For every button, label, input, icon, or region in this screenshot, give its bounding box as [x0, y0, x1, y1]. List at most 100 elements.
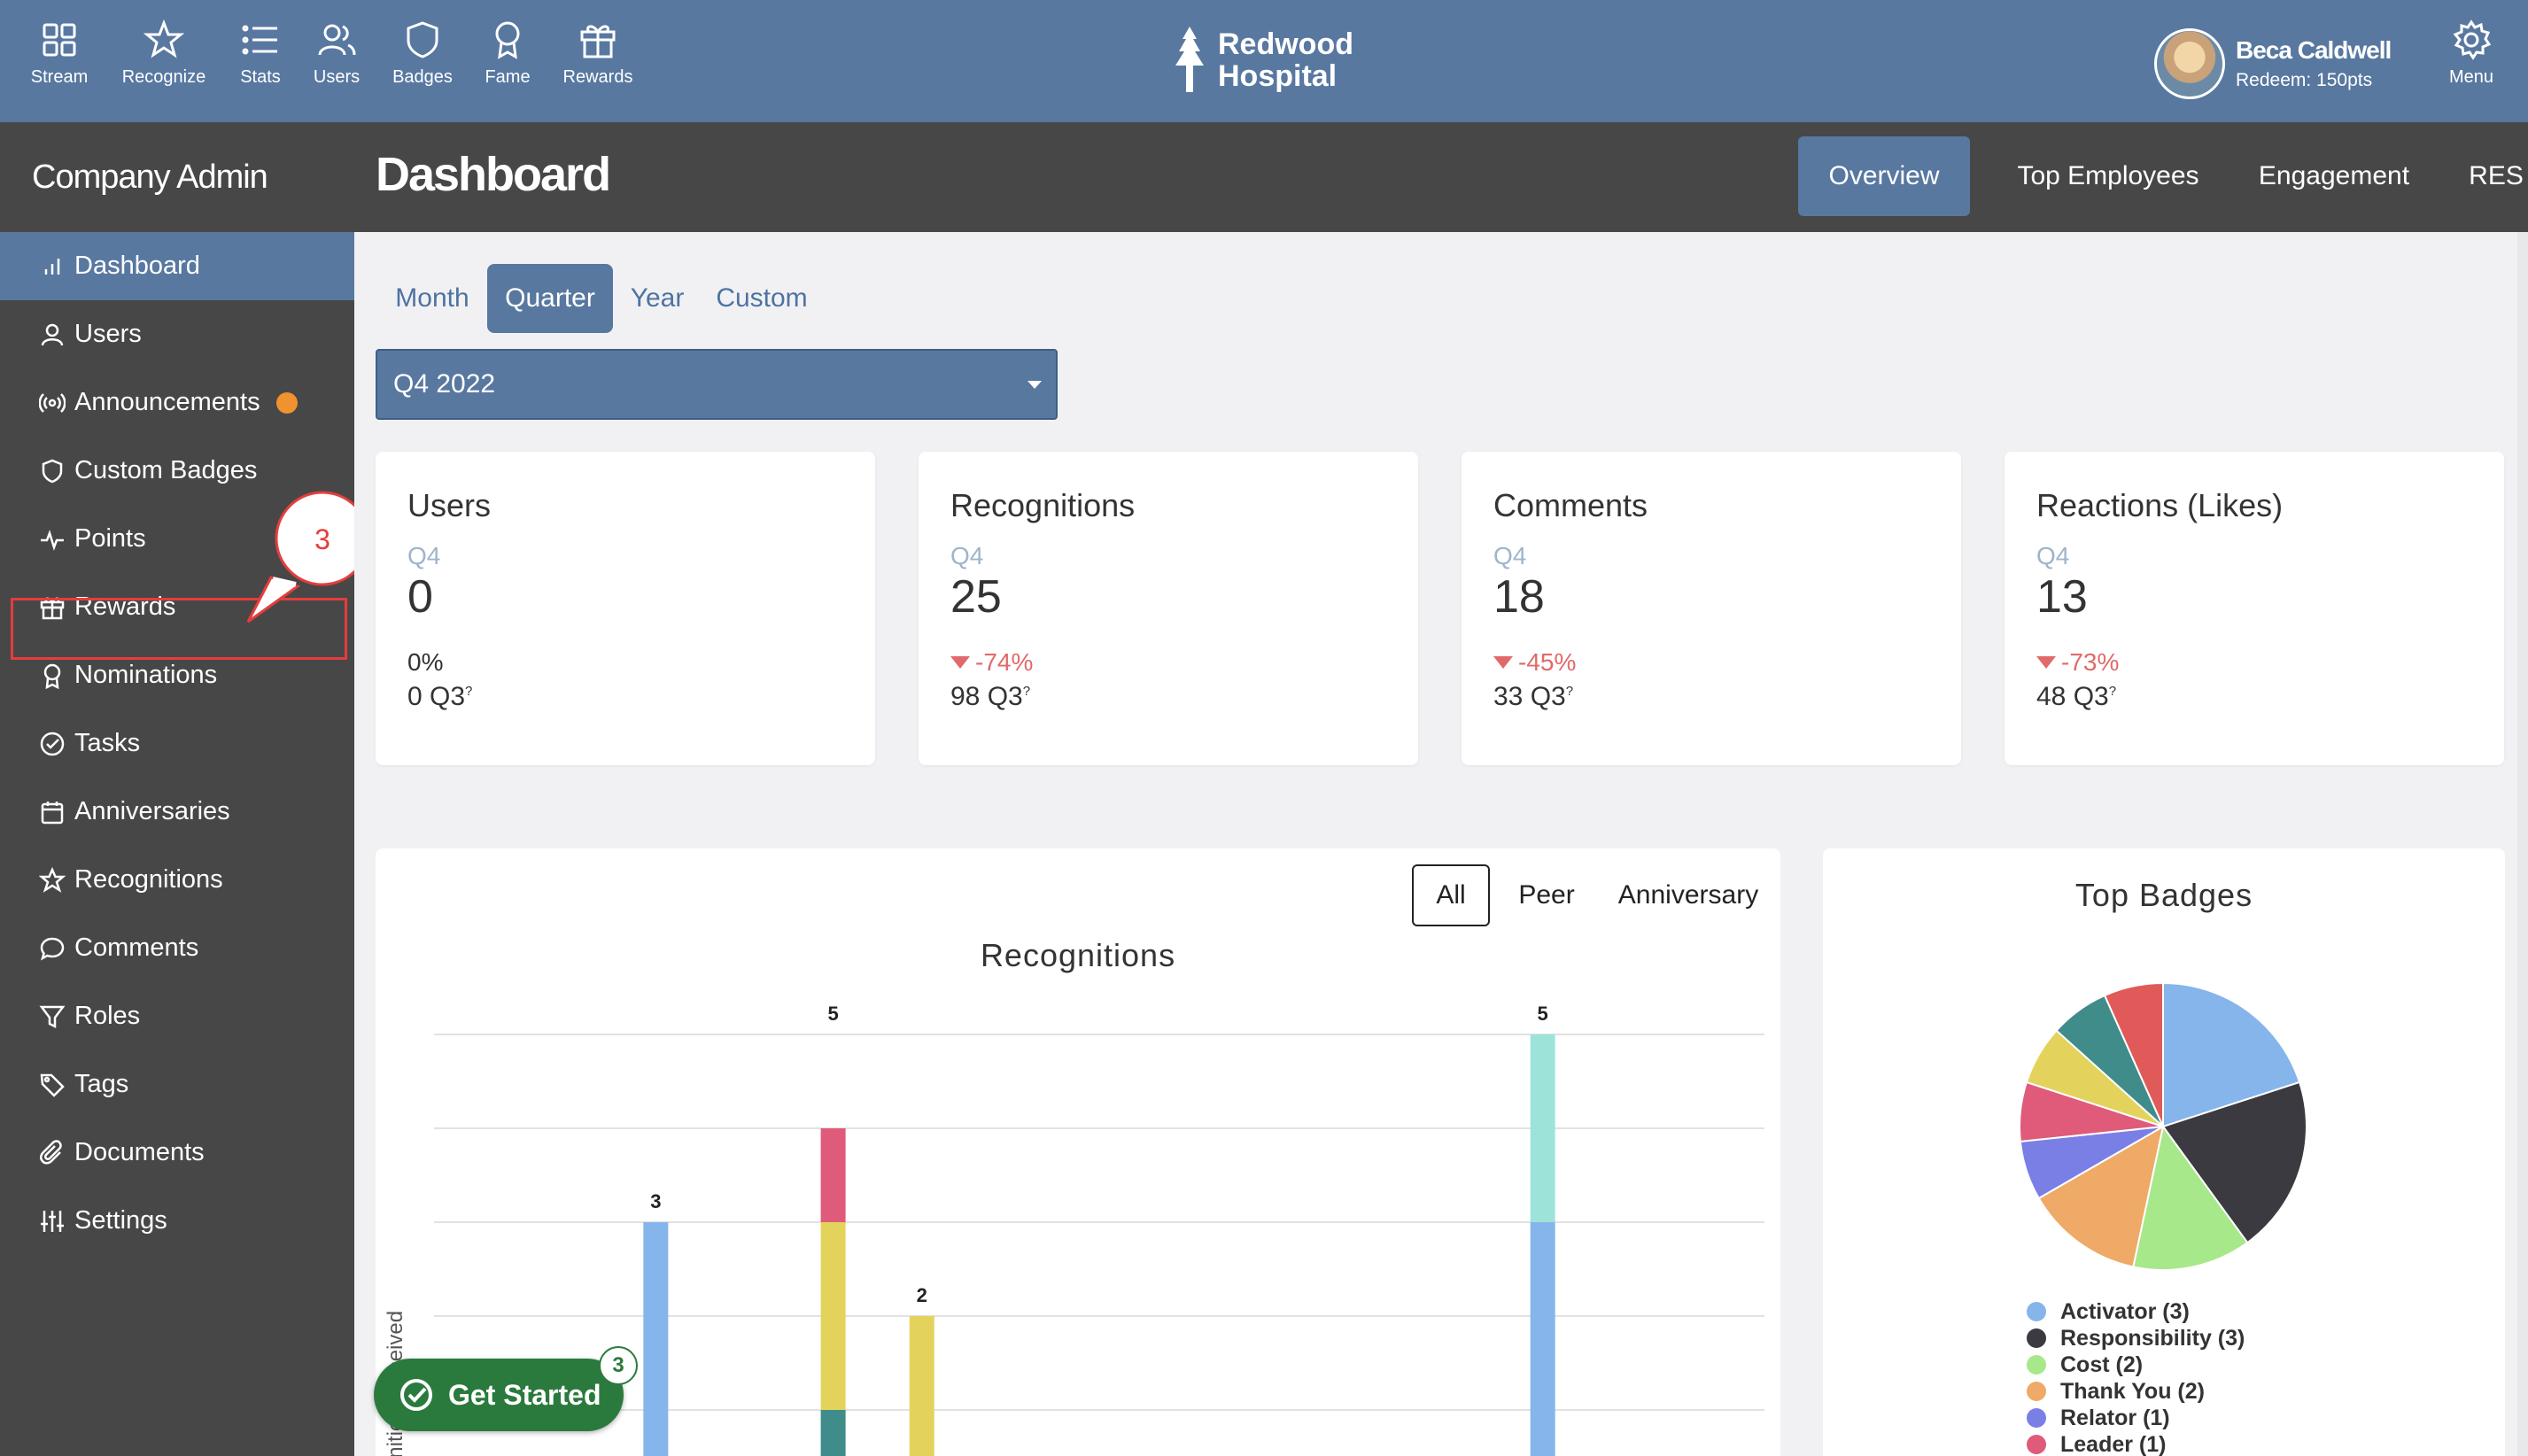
filter-all-button[interactable]: All [1412, 864, 1490, 926]
legend-label: Relator (1) [2060, 1405, 2170, 1430]
legend-item[interactable]: Responsibility (3) [2027, 1325, 2245, 1351]
nav-rewards[interactable]: Rewards [549, 19, 647, 88]
nav-users[interactable]: Users [288, 19, 385, 88]
page-title: Dashboard [376, 148, 611, 201]
stat-title: Recognitions [950, 487, 1136, 523]
tab-overview[interactable]: Overview [1798, 136, 1970, 216]
get-started-button[interactable]: Get Started [374, 1359, 624, 1431]
nav-stream[interactable]: Stream [11, 19, 108, 88]
period-tab-year[interactable]: Year [613, 264, 702, 333]
shield-icon [42, 459, 63, 483]
bar-segment [1530, 1034, 1555, 1222]
help-icon[interactable]: ? [1566, 684, 1573, 699]
comment-icon [40, 937, 65, 961]
sidebar-item-users[interactable]: Users [0, 300, 354, 368]
page-header: Dashboard Overview Top Employees Engagem… [354, 122, 2528, 232]
pulse-icon [41, 529, 64, 551]
top-badges-card: Top Badges Activator (3) Responsibility … [1823, 848, 2505, 1456]
menu-button[interactable]: Menu [2427, 19, 2516, 88]
tab-engagement[interactable]: Engagement [2223, 136, 2445, 216]
stat-previous: 48 Q3? [2036, 682, 2504, 712]
sidebar-item-label: Users [74, 320, 142, 348]
legend-label: Thank You (2) [2060, 1378, 2205, 1404]
stat-card-recognitions: Recognitions Q4 25 -74% 98 Q3? [919, 452, 1418, 765]
sidebar-item-comments[interactable]: Comments [0, 914, 354, 982]
filter-anniversary-button[interactable]: Anniversary [1600, 864, 1777, 926]
top-badges-pie-chart [2019, 981, 2307, 1271]
filter-peer-button[interactable]: Peer [1497, 864, 1596, 926]
period-tab-month[interactable]: Month [376, 264, 489, 333]
stat-previous: 98 Q3? [950, 682, 1418, 712]
tab-res[interactable]: RES [2441, 136, 2528, 216]
legend-label: Activator (3) [2060, 1298, 2190, 1324]
stat-previous: 0 Q3? [407, 682, 875, 712]
legend-item[interactable]: Thank You (2) [2027, 1378, 2245, 1405]
stat-value: 13 [2036, 571, 2088, 623]
legend-label: Cost (2) [2060, 1351, 2144, 1377]
bar-total-label: 2 [917, 1284, 927, 1306]
sidebar-item-tags[interactable]: Tags [0, 1050, 354, 1119]
get-started-label: Get Started [448, 1378, 601, 1411]
legend-dot [2027, 1355, 2046, 1375]
callout-number: 3 [314, 523, 330, 555]
sidebar-item-announcements[interactable]: Announcements [0, 368, 354, 437]
bar-segment [909, 1316, 934, 1456]
user-profile[interactable]: Beca Caldwell Redeem: 150pts [2154, 27, 2392, 101]
user-points: Redeem: 150pts [2236, 70, 2373, 90]
stat-period: Q4 [407, 542, 441, 569]
nav-recognize[interactable]: Recognize [115, 19, 213, 88]
sidebar-item-recognitions[interactable]: Recognitions [0, 846, 354, 914]
sidebar-item-label: Comments [74, 933, 199, 962]
legend-item[interactable]: Relator (1) [2027, 1405, 2245, 1431]
nav-label: Users [313, 67, 361, 87]
user-name: Beca Caldwell [2236, 36, 2392, 64]
sidebar-item-roles[interactable]: Roles [0, 982, 354, 1050]
sidebar-item-documents[interactable]: Documents [0, 1119, 354, 1187]
tab-top-employees[interactable]: Top Employees [1988, 136, 2229, 216]
help-icon[interactable]: ? [2109, 684, 2116, 699]
sidebar-item-dashboard[interactable]: Dashboard [0, 232, 354, 300]
legend-item[interactable]: Cost (2) [2027, 1351, 2245, 1378]
top-navigation-bar: Stream Recognize Stats Users Badges Fame… [0, 0, 2528, 122]
nav-fame[interactable]: Fame [459, 19, 556, 88]
brand-logo[interactable]: Redwood Hospital [1174, 27, 1353, 94]
bar-total-label: 3 [650, 1190, 661, 1212]
bar-segment [820, 1410, 846, 1456]
nav-label: Stats [240, 67, 281, 87]
period-tab-quarter[interactable]: Quarter [487, 264, 613, 333]
paperclip-icon [39, 1139, 62, 1164]
stat-change-value: 0% [407, 648, 444, 676]
help-icon[interactable]: ? [465, 684, 472, 699]
pie-legend: Activator (3) Responsibility (3) Cost (2… [2027, 1298, 2245, 1456]
nav-label: Recognize [121, 67, 206, 87]
period-tab-custom[interactable]: Custom [700, 264, 824, 333]
stat-card-reactions: Reactions (Likes) Q4 13 -73% 48 Q3? [2005, 452, 2504, 765]
nav-label: Fame [485, 67, 531, 87]
sidebar-item-settings[interactable]: Settings [0, 1187, 354, 1255]
sliders-icon [41, 1210, 64, 1232]
sidebar-item-label: Custom Badges [74, 456, 258, 484]
sidebar-item-anniversaries[interactable]: Anniversaries [0, 778, 354, 846]
star-icon [39, 866, 66, 893]
nav-label: Rewards [562, 67, 633, 87]
sidebar-item-label: Documents [74, 1138, 205, 1166]
brand-name-line1: Redwood [1218, 27, 1353, 61]
page-scrollbar[interactable] [2517, 232, 2528, 1456]
list-icon [242, 25, 277, 55]
sidebar-item-label: Points [74, 524, 146, 553]
stat-change-value: -74% [975, 648, 1034, 676]
nav-badges[interactable]: Badges [374, 19, 471, 88]
stat-previous-value: 98 Q3 [950, 682, 1023, 711]
grid-icon [43, 23, 76, 57]
chart-title: Recognitions [980, 937, 1176, 973]
stat-previous-value: 0 Q3 [407, 682, 466, 711]
stat-previous-value: 48 Q3 [2036, 682, 2109, 711]
stat-previous: 33 Q3? [1493, 682, 1961, 712]
help-icon[interactable]: ? [1023, 684, 1030, 699]
avatar[interactable] [2154, 28, 2225, 99]
legend-item[interactable]: Leader (1) [2027, 1431, 2245, 1456]
legend-item[interactable]: Activator (3) [2027, 1298, 2245, 1325]
period-select[interactable]: Q4 2022 [376, 349, 1058, 420]
broadcast-icon [39, 392, 66, 413]
sidebar-item-tasks[interactable]: Tasks [0, 709, 354, 778]
